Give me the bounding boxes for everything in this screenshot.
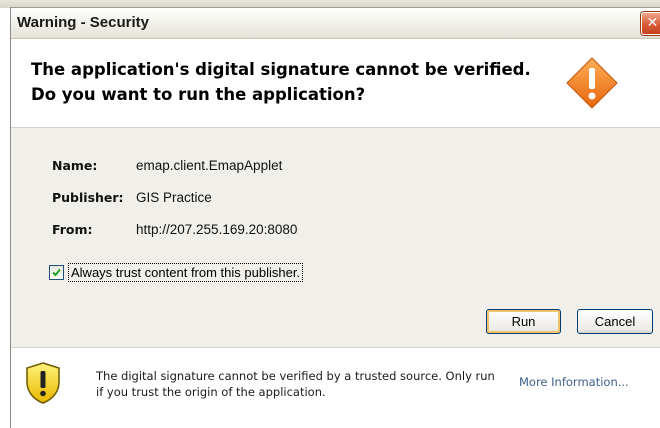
heading-line-2: Do you want to run the application? <box>31 85 366 104</box>
window-title: Warning - Security <box>17 14 149 31</box>
trust-publisher-checkbox[interactable] <box>49 265 64 280</box>
heading-line-1: The application's digital signature cann… <box>31 60 531 79</box>
run-button[interactable]: Run <box>486 309 561 334</box>
from-label: From: <box>52 222 93 237</box>
more-information-link[interactable]: More Information... <box>519 375 629 389</box>
footer-message: The digital signature cannot be verified… <box>96 369 495 399</box>
title-bar[interactable]: Warning - Security ✕ <box>11 8 660 39</box>
shield-warning-icon <box>26 362 60 404</box>
from-value: http://207.255.169.20:8080 <box>136 222 298 237</box>
close-button[interactable]: ✕ <box>641 12 660 35</box>
publisher-value: GIS Practice <box>136 190 212 205</box>
cancel-button[interactable]: Cancel <box>577 309 653 334</box>
close-icon: ✕ <box>646 15 659 31</box>
name-value: emap.client.EmapApplet <box>136 158 283 173</box>
name-label: Name: <box>52 158 98 173</box>
security-warning-dialog: Warning - Security ✕ The application's d… <box>10 7 660 428</box>
checkmark-icon <box>52 268 61 277</box>
trust-publisher-label[interactable]: Always trust content from this publisher… <box>68 263 304 282</box>
publisher-label: Publisher: <box>52 190 124 205</box>
warning-heading: The application's digital signature cann… <box>31 57 531 107</box>
header-panel: The application's digital signature cann… <box>11 39 660 128</box>
warning-diamond-icon <box>566 57 618 109</box>
